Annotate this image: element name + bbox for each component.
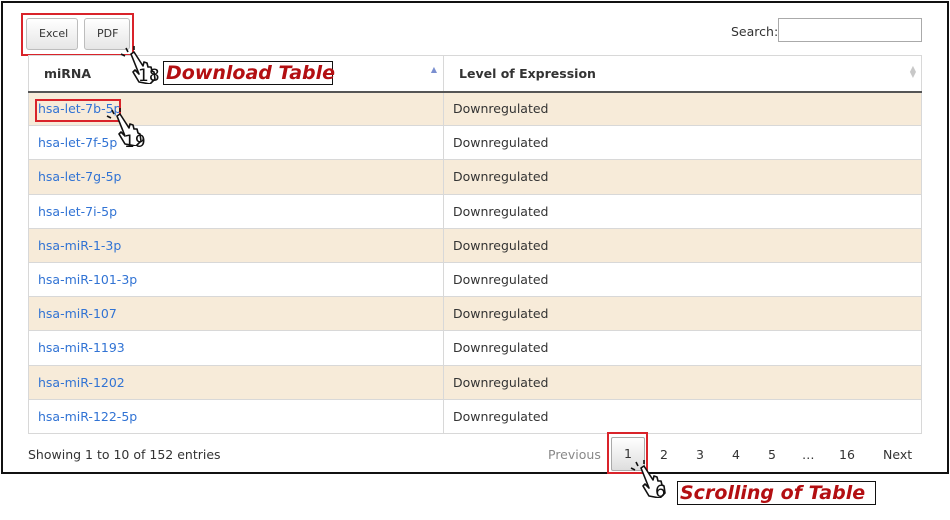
mirna-cell: hsa-miR-101-3p	[28, 261, 444, 298]
mirna-cell: hsa-let-7f-5p	[28, 125, 444, 161]
step-number: 18	[138, 66, 160, 86]
expression-cell: Downregulated	[443, 90, 922, 127]
pagination-next[interactable]: Next	[883, 447, 912, 462]
sort-both-icon: ▲ ▼	[909, 64, 916, 79]
expression-cell: Downregulated	[443, 330, 922, 366]
expression-cell: Downregulated	[443, 364, 922, 400]
expression-cell: Downregulated	[443, 398, 922, 434]
table-row: hsa-miR-1193 Downregulated	[28, 330, 922, 366]
table-row: hsa-let-7b-5p Downregulated	[28, 90, 922, 127]
table-row: hsa-let-7g-5p Downregulated	[28, 159, 922, 195]
table-row: hsa-miR-1202 Downregulated	[28, 364, 922, 400]
mirna-link[interactable]: hsa-miR-107	[38, 306, 117, 321]
expression-cell: Downregulated	[443, 125, 922, 161]
mirna-link[interactable]: hsa-let-7g-5p	[38, 169, 121, 184]
expression-cell: Downregulated	[443, 261, 922, 298]
scrolling-table-callout: Scrolling of Table	[677, 481, 876, 505]
pagination-page-4[interactable]: 4	[732, 447, 740, 462]
table-row: hsa-let-7f-5p Downregulated	[28, 125, 922, 161]
mirna-cell: hsa-miR-1193	[28, 330, 444, 366]
expression-cell: Downregulated	[443, 159, 922, 195]
mirna-link[interactable]: hsa-miR-1-3p	[38, 238, 121, 253]
mirna-cell: hsa-let-7g-5p	[28, 159, 444, 195]
download-table-callout: Download Table	[163, 61, 335, 85]
table-row: hsa-miR-1-3p Downregulated	[28, 227, 922, 263]
mirna-link[interactable]: hsa-miR-1193	[38, 340, 125, 355]
expression-cell: Downregulated	[443, 227, 922, 263]
table-row: hsa-let-7i-5p Downregulated	[28, 193, 922, 229]
mirna-cell: hsa-miR-122-5p	[28, 398, 444, 434]
expression-cell: Downregulated	[443, 296, 922, 332]
entries-info: Showing 1 to 10 of 152 entries	[28, 447, 221, 462]
pagination-ellipsis: …	[802, 447, 815, 462]
mirna-link[interactable]: hsa-miR-122-5p	[38, 409, 137, 424]
column-header-level-of-expression[interactable]: Level of Expression ▲ ▼	[443, 55, 922, 93]
search-input[interactable]	[778, 18, 922, 42]
mirna-cell: hsa-miR-107	[28, 296, 444, 332]
mirna-link[interactable]: hsa-let-7i-5p	[38, 204, 117, 219]
step-number: 6	[655, 482, 666, 502]
column-header-label: Level of Expression	[459, 65, 596, 81]
mirna-cell: hsa-let-7i-5p	[28, 193, 444, 229]
pagination-previous[interactable]: Previous	[548, 447, 601, 462]
table-row: hsa-miR-107 Downregulated	[28, 296, 922, 332]
search-label: Search:	[731, 24, 779, 39]
sort-ascending-icon: ▲	[430, 65, 437, 74]
mirna-cell: hsa-miR-1-3p	[28, 227, 444, 263]
pagination-page-3[interactable]: 3	[696, 447, 704, 462]
table-row: hsa-miR-122-5p Downregulated	[28, 398, 922, 434]
pagination-page-5[interactable]: 5	[768, 447, 776, 462]
column-header-label: miRNA	[44, 65, 92, 81]
mirna-cell: hsa-miR-1202	[28, 364, 444, 400]
mirna-table: miRNA ▲ Level of Expression ▲ ▼ hsa-let-7…	[28, 55, 922, 434]
mirna-link[interactable]: hsa-miR-101-3p	[38, 272, 137, 287]
pagination-page-16[interactable]: 16	[839, 447, 855, 462]
step-number: 19	[124, 132, 146, 152]
mirna-link[interactable]: hsa-miR-1202	[38, 375, 125, 390]
table-row: hsa-miR-101-3p Downregulated	[28, 261, 922, 298]
expression-cell: Downregulated	[443, 193, 922, 229]
